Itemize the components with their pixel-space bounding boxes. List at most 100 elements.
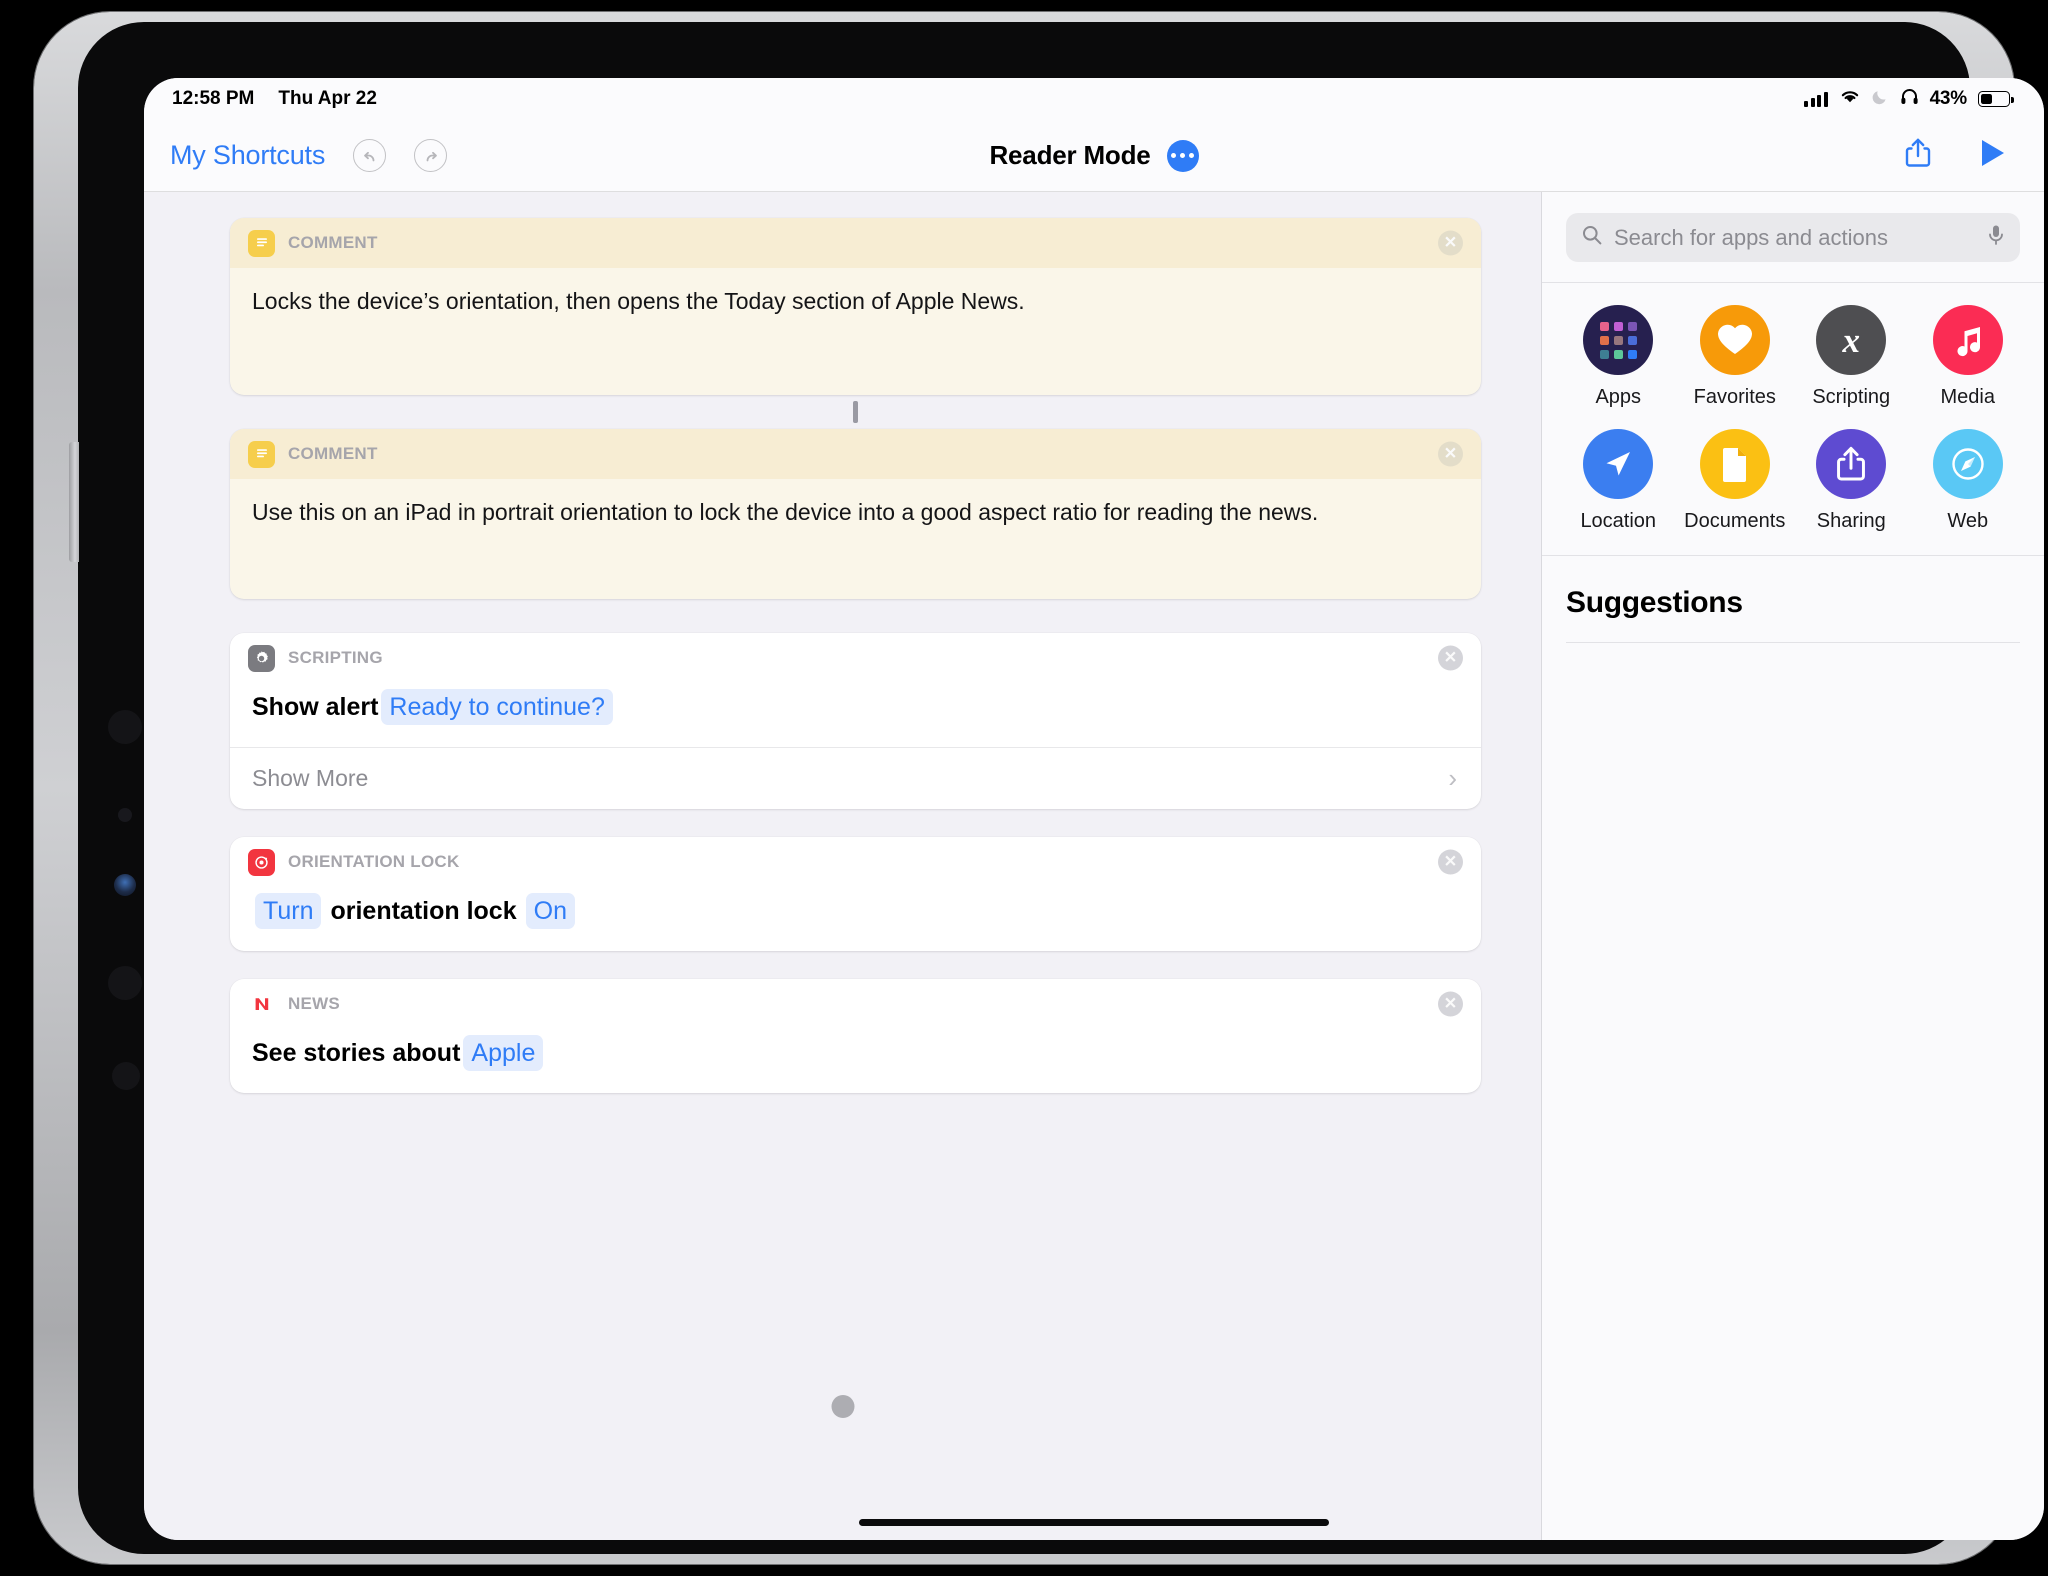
category-label: Favorites [1693,386,1776,408]
navigation-arrow-icon [1583,429,1654,499]
navigation-bar: My Shortcuts Reader Mode [144,120,2044,192]
card-category-label: COMMENT [288,233,378,252]
battery-icon [1978,91,2014,107]
action-parameter-verb[interactable]: Turn [255,893,322,929]
category-favorites[interactable]: Favorites [1677,305,1794,409]
card-header: COMMENT ✕ [230,218,1481,268]
gear-icon [248,644,275,672]
card-header: SCRIPTING ✕ [230,633,1481,683]
main-body: COMMENT ✕ Locks the device’s orientation… [144,192,2044,1540]
category-documents[interactable]: Documents [1677,429,1794,533]
suggestions-heading: Suggestions [1566,586,1743,619]
battery-percent: 43% [1929,88,1968,109]
card-category-label: SCRIPTING [288,648,383,667]
status-time: 12:58 PM [172,88,255,109]
action-card-comment-1[interactable]: COMMENT ✕ Locks the device’s orientation… [230,218,1481,395]
actions-library-panel: Search for apps and actions Apps Favorit… [1541,192,2044,1540]
action-summary: See stories about Apple [230,1029,1481,1093]
category-label: Web [1947,510,1989,532]
ambient-sensor-icon [118,808,132,822]
category-grid: Apps Favorites x Scripting Media Locatio… [1542,283,2044,556]
share-icon[interactable] [1904,137,1932,174]
microphone-icon[interactable] [1986,223,2006,252]
action-parameter-state[interactable]: On [525,893,575,929]
search-icon [1581,224,1603,251]
close-icon[interactable]: ✕ [1438,991,1463,1017]
category-label: Media [1940,386,1995,408]
action-label: See stories about [252,1039,461,1067]
screenshot-stage: 12:58 PM Thu Apr 22 43% My Shortcuts Rea… [0,0,2048,1576]
action-parameter-alert-text[interactable]: Ready to continue? [381,689,613,725]
orientation-lock-icon [248,848,275,876]
heart-icon [1699,305,1770,375]
category-web[interactable]: Web [1910,429,2027,533]
action-card-show-alert[interactable]: SCRIPTING ✕ Show alert Ready to continue… [230,633,1481,809]
card-category-label: COMMENT [288,444,378,463]
wifi-icon [1839,88,1861,110]
device-bezel: 12:58 PM Thu Apr 22 43% My Shortcuts Rea… [69,22,2044,1554]
action-card-orientation-lock[interactable]: ORIENTATION LOCK ✕ Turn orientation lock… [230,837,1481,951]
compass-icon [1932,429,2003,499]
cellular-signal-icon [1804,91,1828,107]
category-label: Documents [1684,510,1786,532]
action-label: Show alert [252,693,379,721]
note-icon [248,440,275,468]
category-label: Apps [1595,386,1642,408]
redo-icon[interactable] [414,139,448,172]
ipad-screen: 12:58 PM Thu Apr 22 43% My Shortcuts Rea… [144,78,2044,1540]
category-media[interactable]: Media [1910,305,2027,409]
undo-icon[interactable] [353,139,387,172]
shortcut-details-button[interactable] [1166,139,1199,172]
chevron-right-icon: › [1448,763,1457,793]
shortcut-editor-canvas[interactable]: COMMENT ✕ Locks the device’s orientation… [144,192,1541,1540]
note-icon [248,229,275,257]
card-category-label: ORIENTATION LOCK [288,852,460,871]
close-icon[interactable]: ✕ [1438,645,1463,671]
category-label: Location [1580,510,1657,532]
close-icon[interactable]: ✕ [1438,441,1463,467]
apple-news-icon [248,990,275,1018]
page-title: Reader Mode [989,140,1151,170]
action-label: orientation lock [330,897,517,925]
card-header: COMMENT ✕ [230,429,1481,479]
ipad-device-frame: 12:58 PM Thu Apr 22 43% My Shortcuts Rea… [34,12,2044,1564]
close-icon[interactable]: ✕ [1438,230,1463,256]
category-scripting[interactable]: x Scripting [1793,305,1910,409]
category-location[interactable]: Location [1560,429,1677,533]
category-apps[interactable]: Apps [1560,305,1677,409]
search-input[interactable]: Search for apps and actions [1566,213,2020,262]
power-button[interactable] [69,442,79,562]
comment-text[interactable]: Use this on an iPad in portrait orientat… [230,479,1481,599]
search-placeholder: Search for apps and actions [1614,224,1888,250]
action-summary: Show alert Ready to continue? [230,683,1481,747]
do-not-disturb-moon-icon [1872,88,1889,111]
insertion-indicator[interactable] [853,401,858,423]
dot-projector-icon [108,966,142,1000]
front-camera-icon [108,710,142,744]
show-more-label: Show More [252,765,369,791]
music-note-icon [1932,305,2003,375]
home-indicator[interactable] [859,1519,1329,1526]
category-sharing[interactable]: Sharing [1793,429,1910,533]
status-date: Thu Apr 22 [278,88,377,109]
show-more-row[interactable]: Show More › [230,747,1481,809]
action-card-news[interactable]: NEWS ✕ See stories about Apple [230,979,1481,1093]
headphones-icon [1900,88,1919,111]
card-header: NEWS ✕ [230,979,1481,1029]
apps-grid-icon [1583,305,1654,375]
variable-x-icon: x [1816,305,1887,375]
my-shortcuts-back-button[interactable]: My Shortcuts [170,140,325,171]
comment-text[interactable]: Locks the device’s orientation, then ope… [230,268,1481,395]
category-label: Scripting [1812,386,1891,408]
suggestions-divider [1566,642,2020,643]
action-summary: Turn orientation lock On [230,887,1481,951]
share-icon [1816,429,1887,499]
action-card-comment-2[interactable]: COMMENT ✕ Use this on an iPad in portrai… [230,429,1481,599]
close-icon[interactable]: ✕ [1438,849,1463,875]
document-icon [1699,429,1770,499]
run-shortcut-button[interactable] [1978,137,2008,174]
card-category-label: NEWS [288,994,340,1013]
action-parameter-topic[interactable]: Apple [463,1035,544,1071]
card-header: ORIENTATION LOCK ✕ [230,837,1481,887]
category-label: Sharing [1816,510,1886,532]
